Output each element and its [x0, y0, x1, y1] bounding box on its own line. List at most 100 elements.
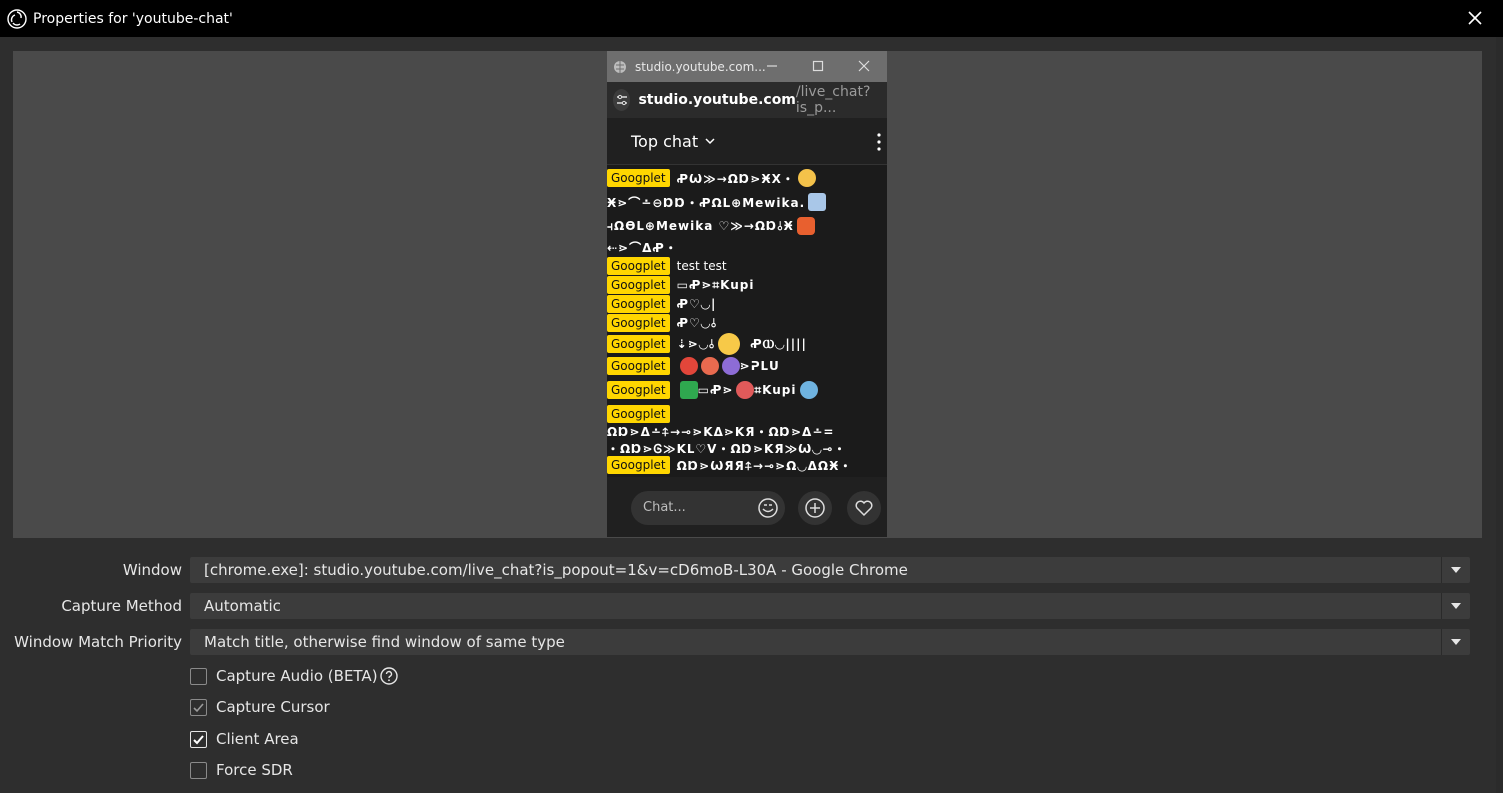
author-badge: Googplet [607, 357, 670, 375]
capture-audio-checkbox[interactable]: Capture Audio (BETA) [190, 665, 398, 687]
chevron-down-icon[interactable] [1450, 638, 1462, 646]
chat-header: Top chat [607, 118, 887, 165]
author-badge: Googplet [607, 257, 670, 275]
emoji-icon [700, 357, 719, 375]
window-label: Window [122, 561, 182, 579]
author-badge: Googplet [607, 276, 670, 294]
checkbox-label: Client Area [216, 730, 299, 748]
emoji-picker-icon [758, 498, 778, 518]
chat-message-continued: ⇠⋗⌒ᐃꝒ・ [607, 239, 678, 256]
force-sdr-checkbox[interactable]: Force SDR [190, 759, 293, 781]
emoji-icon [679, 357, 698, 375]
chat-message-continued: ・ΩⱰ⋗Ꮆ≫Kᒪ♡V・ΩⱰ⋗KЯ≫Ѡ◡⊸・ [607, 440, 847, 457]
match-priority-label: Window Match Priority [14, 633, 182, 651]
add-button [798, 491, 832, 525]
window-select[interactable]: [chrome.exe]: studio.youtube.com/live_ch… [190, 557, 1470, 583]
message-text: ⌗Kupi [754, 382, 797, 397]
chat-message-continued: ΩⱰ⋗ᐃ∸⍏→⊸⋗Kᐃ⋗KЯ・ΩⱰ⋗ᐃ∸= [607, 423, 834, 440]
title-bar: Properties for 'youtube-chat' [0, 0, 1503, 37]
checkbox-box[interactable] [190, 698, 207, 716]
author-badge: Googplet [607, 335, 670, 353]
author-badge: Googplet [607, 314, 670, 332]
window-title: Properties for 'youtube-chat' [33, 10, 233, 27]
message-text: ▭Ꝓ⋗ [697, 383, 734, 397]
chat-messages: Googplet ꝒѠ≫→ΩⱰ⋗ӾⅩ・ Ӿ⋗⌒∸⊖ⱰⱰ・ꝒΩᒪ⊕Mewika. … [607, 166, 887, 478]
captured-window: studio.youtube.com... studio.youtube.com… [607, 51, 887, 537]
message-text: ⇠⋗⌒ᐃꝒ・ [607, 241, 678, 255]
author-badge: Googplet [607, 405, 670, 423]
client-area-checkbox[interactable]: Client Area [190, 728, 299, 750]
chat-message: Googplet ▭Ꝓ⋗⌗Kupi [607, 276, 755, 294]
minimize-icon [767, 65, 777, 67]
message-text: ꝒѠ≫→ΩⱰ⋗ӾⅩ・ [676, 171, 795, 186]
message-text: Ӿ⋗⌒∸⊖ⱰⱰ・ꝒΩᒪ⊕Mewika. [607, 195, 806, 210]
message-text: ⇣⋗◡⫰ [676, 336, 716, 351]
obs-logo-icon [7, 8, 27, 29]
message-text: ⋗ᕈᒪᑌ [739, 359, 780, 373]
window-select-value: [chrome.exe]: studio.youtube.com/live_ch… [204, 561, 908, 579]
chevron-down-icon[interactable] [1450, 602, 1462, 610]
message-text: ΩⱰ⋗ᐃ∸⍏→⊸⋗Kᐃ⋗KЯ・ΩⱰ⋗ᐃ∸= [607, 425, 835, 439]
message-text: ▭Ꝓ⋗⌗Kupi [676, 277, 755, 292]
checkbox-label: Capture Audio (BETA) [216, 667, 378, 685]
emoji-icon [799, 381, 818, 399]
site-settings-icon [613, 89, 631, 111]
scrollbar[interactable] [1496, 37, 1503, 793]
emoji-icon [797, 169, 816, 187]
chat-input: Chat... [631, 491, 785, 525]
message-text: test test [676, 259, 727, 273]
plus-icon [805, 498, 825, 518]
divider [1441, 557, 1442, 583]
author-badge: Googplet [607, 456, 670, 474]
top-chat-label: Top chat [631, 131, 699, 151]
match-priority-select[interactable]: Match title, otherwise find window of sa… [190, 629, 1470, 655]
chat-message-continued: ⫞ΩӨᒪ⊕Mewika ♡≫→ΩⱰ⫰Ӿ [607, 217, 815, 235]
capture-method-select[interactable]: Automatic [190, 593, 1470, 619]
checkbox-box[interactable] [190, 667, 207, 685]
captured-titlebar: studio.youtube.com... [607, 51, 887, 82]
checkmark-icon [193, 702, 204, 712]
captured-tab-title: studio.youtube.com... [635, 59, 766, 74]
heart-button [847, 491, 881, 525]
chevron-down-icon [705, 138, 715, 145]
chat-message: Googplet Ꝓ♡◡⫰ [607, 314, 717, 332]
globe-icon [614, 60, 626, 73]
checkbox-box[interactable] [190, 761, 207, 779]
message-text: ⫞ΩӨᒪ⊕Mewika ♡≫→ΩⱰ⫰Ӿ [607, 218, 794, 233]
capture-method-label: Capture Method [61, 597, 182, 615]
close-icon[interactable] [1465, 8, 1485, 28]
chevron-down-icon[interactable] [1450, 566, 1462, 574]
checkmark-icon [193, 734, 204, 744]
match-priority-value: Match title, otherwise find window of sa… [204, 633, 565, 651]
author-badge: Googplet [607, 169, 670, 187]
message-text: ・ΩⱰ⋗Ꮆ≫Kᒪ♡V・ΩⱰ⋗KЯ≫Ѡ◡⊸・ [607, 442, 847, 456]
divider [1441, 593, 1442, 619]
maximize-icon [812, 60, 824, 72]
more-options-icon [877, 133, 881, 151]
chat-message: Googplet Ꝓ♡◡| [607, 295, 716, 313]
capture-cursor-checkbox[interactable]: Capture Cursor [190, 696, 330, 718]
chat-message: Googplet ⇣⋗◡⫰ ꝒⲰ◡|||| [607, 333, 807, 355]
game-over-emoji-icon [679, 381, 698, 399]
chat-message: Googplet [607, 405, 677, 423]
checkbox-box[interactable] [190, 730, 207, 748]
divider [1441, 629, 1442, 655]
chat-message: Googplet test test [607, 257, 727, 275]
heart-icon [855, 500, 873, 517]
emoji-icon [721, 357, 740, 375]
chat-footer: Chat... [607, 477, 887, 537]
grinning-emoji-icon [718, 333, 741, 355]
author-badge: Googplet [607, 381, 670, 399]
emoji-icon [796, 217, 815, 235]
message-text: Ꝓ♡◡| [676, 297, 717, 311]
checkbox-label: Force SDR [216, 761, 293, 779]
help-icon[interactable] [379, 667, 398, 685]
chat-message: Googplet ▭Ꝓ⋗ ⌗Kupi [607, 381, 818, 399]
author-badge: Googplet [607, 295, 670, 313]
captured-address-bar: studio.youtube.com/live_chat?is_p... [607, 82, 887, 118]
message-text: Ꝓ♡◡⫰ [676, 315, 718, 330]
chat-message-continued: Ӿ⋗⌒∸⊖ⱰⱰ・ꝒΩᒪ⊕Mewika. [607, 193, 827, 211]
chat-placeholder: Chat... [643, 500, 686, 515]
close-icon [858, 60, 870, 72]
chat-message: Googplet ⋗ᕈᒪᑌ [607, 357, 780, 375]
